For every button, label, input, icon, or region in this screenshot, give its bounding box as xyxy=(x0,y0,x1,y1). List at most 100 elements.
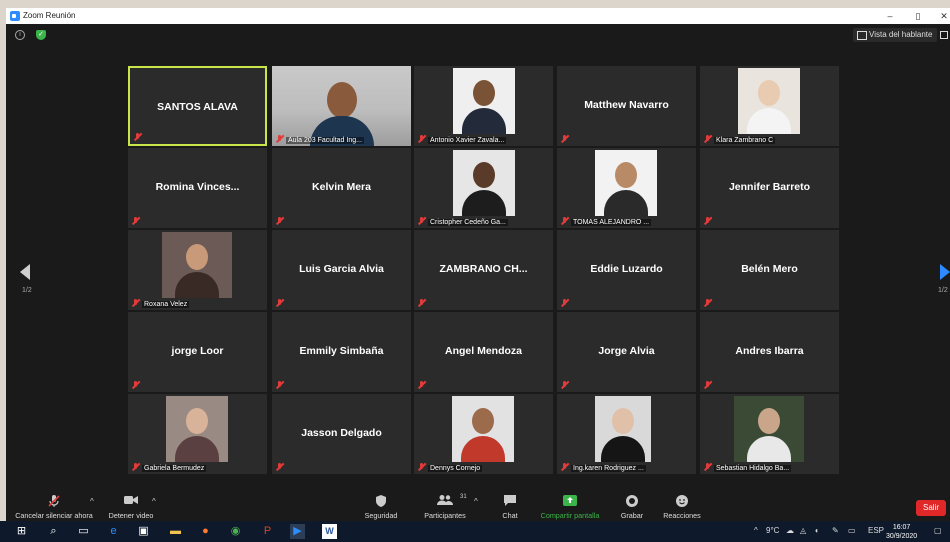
search-icon[interactable]: ⌕ xyxy=(46,524,61,539)
participant-tile[interactable]: jorge Loor xyxy=(128,312,267,392)
pen-icon[interactable]: ✎ xyxy=(832,526,839,535)
participant-tile[interactable]: Luis Garcia Alvia xyxy=(272,230,411,310)
participant-tile[interactable]: Dennys Cornejo xyxy=(414,394,553,474)
edge-browser-icon[interactable]: e xyxy=(106,524,121,539)
reactions-button[interactable]: Reacciones xyxy=(658,492,706,521)
speaker-view-button[interactable]: Vista del hablante xyxy=(853,28,938,42)
word-icon[interactable]: W xyxy=(322,524,337,539)
participant-tile[interactable]: Klara Zambrano C xyxy=(700,66,839,146)
language-indicator[interactable]: ESP xyxy=(868,526,884,535)
prev-page-arrow-icon[interactable] xyxy=(20,264,30,280)
tray-chevron-icon[interactable]: ^ xyxy=(754,526,758,535)
maximize-button[interactable]: ▯ xyxy=(904,8,932,24)
muted-mic-icon xyxy=(276,217,284,225)
participant-label: Dennys Cornejo xyxy=(428,465,483,472)
weather-temp: 9°C xyxy=(766,526,780,535)
muted-mic-icon xyxy=(276,135,284,143)
participants-button[interactable]: 31 Participantes xyxy=(420,492,470,521)
store-icon[interactable]: ▣ xyxy=(136,524,151,539)
close-button[interactable]: ✕ xyxy=(930,8,950,24)
participant-name: Jennifer Barreto xyxy=(728,181,811,193)
participant-name: Luis Garcia Alvia xyxy=(299,263,384,275)
windows-start-icon[interactable]: ⊞ xyxy=(14,524,29,539)
network-icon[interactable]: ◬ xyxy=(800,526,806,535)
participants-caret-icon[interactable]: ^ xyxy=(474,497,478,506)
muted-mic-icon xyxy=(704,299,712,307)
zoom-taskbar-icon[interactable]: ▶ xyxy=(290,524,305,539)
muted-mic-icon xyxy=(134,133,142,141)
task-view-icon[interactable]: ▭ xyxy=(76,524,91,539)
system-clock[interactable]: 16:07 30/9/2020 xyxy=(886,523,917,541)
powerpoint-icon[interactable]: P xyxy=(260,524,275,539)
participant-tile[interactable]: Jasson Delgado xyxy=(272,394,411,474)
participant-name: SANTOS ALAVA xyxy=(157,101,238,113)
participant-tile[interactable]: ZAMBRANO CH... xyxy=(414,230,553,310)
file-explorer-icon[interactable]: ▬ xyxy=(168,524,183,539)
participant-tile[interactable]: Cristopher Cedeño Ga... xyxy=(414,148,553,228)
participant-label: Cristopher Cedeño Ga... xyxy=(428,219,508,226)
zoom-window: Zoom Reunión – ▯ ✕ i ✓ Vista del hablant… xyxy=(6,8,950,521)
participant-tile[interactable]: Ing.karen Rodriguez ... xyxy=(557,394,696,474)
muted-mic-icon xyxy=(704,135,712,143)
window-title: Zoom Reunión xyxy=(23,11,76,20)
muted-mic-icon xyxy=(561,463,569,471)
participant-label: Aula 203 Facultad Ing... xyxy=(286,137,364,144)
participant-tile[interactable]: Belén Mero xyxy=(700,230,839,310)
participant-tile[interactable]: Matthew Navarro xyxy=(557,66,696,146)
participant-name: Angel Mendoza xyxy=(444,345,522,357)
participant-tile[interactable]: TOMAS ALEJANDRO ... xyxy=(557,148,696,228)
participant-tile[interactable]: Sebastian Hidalgo Ba... xyxy=(700,394,839,474)
volume-icon[interactable]: ◖ xyxy=(814,526,819,535)
muted-mic-icon xyxy=(132,217,140,225)
next-page-arrow-icon[interactable] xyxy=(940,264,950,280)
participant-tile[interactable]: Kelvin Mera xyxy=(272,148,411,228)
participant-tile[interactable]: Andres Ibarra xyxy=(700,312,839,392)
participant-tile[interactable]: Angel Mendoza xyxy=(414,312,553,392)
keyboard-icon[interactable]: ▭ xyxy=(848,526,856,535)
minimize-button[interactable]: – xyxy=(876,8,904,24)
participant-tile[interactable]: Emmily Simbaña xyxy=(272,312,411,392)
share-screen-button[interactable]: Compartir pantalla xyxy=(536,492,604,521)
muted-mic-icon xyxy=(132,463,140,471)
encryption-shield-icon[interactable]: ✓ xyxy=(36,30,46,40)
participant-tile[interactable]: SANTOS ALAVA xyxy=(128,66,267,146)
audio-options-caret-icon[interactable]: ^ xyxy=(90,497,94,506)
participant-tile[interactable]: Roxana Velez xyxy=(128,230,267,310)
participant-tile[interactable]: Jennifer Barreto xyxy=(700,148,839,228)
participant-label: Antonio Xavier Zavala... xyxy=(428,137,507,144)
participant-name: Belén Mero xyxy=(741,263,798,275)
chat-button[interactable]: Chat xyxy=(492,492,528,521)
notifications-icon[interactable]: ▢ xyxy=(934,526,942,535)
participant-tile[interactable]: Antonio Xavier Zavala... xyxy=(414,66,553,146)
participant-tile[interactable]: Romina Vinces... xyxy=(128,148,267,228)
participant-tile[interactable]: Jorge Alvia xyxy=(557,312,696,392)
participant-video xyxy=(452,396,514,462)
participant-name: Kelvin Mera xyxy=(312,181,371,193)
meeting-topbar: i ✓ Vista del hablante xyxy=(6,24,950,46)
chrome-icon[interactable]: ◉ xyxy=(228,524,243,539)
participant-name: Andres Ibarra xyxy=(735,345,804,357)
participant-tile[interactable]: Gabriela Bermudez xyxy=(128,394,267,474)
muted-mic-icon xyxy=(418,217,426,225)
participant-video xyxy=(453,150,515,216)
security-button[interactable]: Seguridad xyxy=(360,492,402,521)
participant-tile[interactable]: Aula 203 Facultad Ing... xyxy=(272,66,411,146)
security-shield-icon xyxy=(376,495,386,507)
record-button[interactable]: Grabar xyxy=(614,492,650,521)
zoom-logo-icon xyxy=(10,11,20,21)
video-options-caret-icon[interactable]: ^ xyxy=(152,497,156,506)
cloud-icon[interactable]: ☁ xyxy=(786,526,794,535)
firefox-icon[interactable]: ● xyxy=(198,524,213,539)
unmute-button[interactable]: Cancelar silenciar ahora xyxy=(12,492,96,521)
page-indicator-left: 1/2 xyxy=(22,287,32,294)
fullscreen-icon[interactable] xyxy=(940,31,948,39)
info-icon[interactable]: i xyxy=(15,30,25,40)
meeting-toolbar: Cancelar silenciar ahora ^ Detener video… xyxy=(6,492,950,521)
muted-mic-icon xyxy=(276,463,284,471)
participant-name: Jasson Delgado xyxy=(301,427,382,439)
share-screen-icon xyxy=(563,495,577,506)
record-icon xyxy=(626,495,638,507)
participant-tile[interactable]: Eddie Luzardo xyxy=(557,230,696,310)
leave-button[interactable]: Salir xyxy=(916,500,946,516)
muted-mic-icon xyxy=(418,135,426,143)
